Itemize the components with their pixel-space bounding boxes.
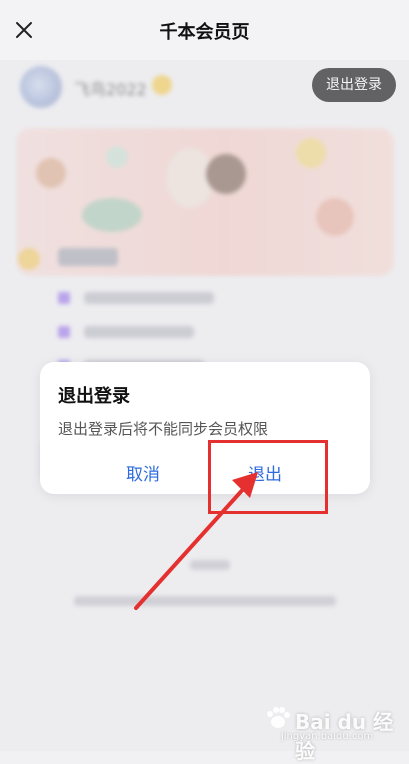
top-bar: 千本会员页 [0,0,409,60]
cancel-button[interactable]: 取消 [126,460,160,485]
highlight-box [208,440,328,514]
dialog-title: 退出登录 [58,386,130,407]
watermark: Bai du 经验 jingyan.baidu.com [265,704,395,763]
watermark-site: jingyan.baidu.com [281,731,374,742]
baidu-paw-icon [267,707,290,728]
dialog-message: 退出登录后将不能同步会员权限 [58,420,269,438]
page-title: 千本会员页 [159,22,250,43]
